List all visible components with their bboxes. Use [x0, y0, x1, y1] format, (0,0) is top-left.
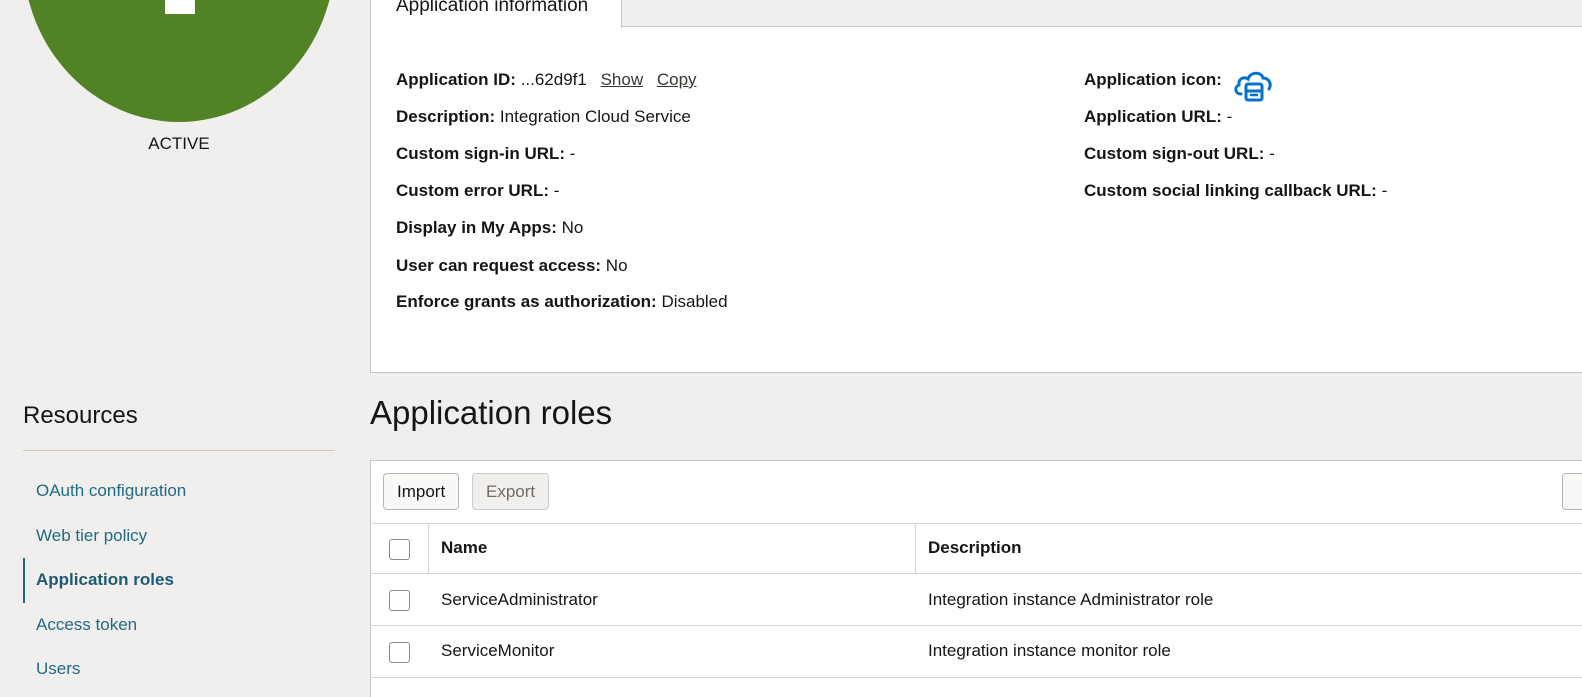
resources-nav: OAuth configuration Web tier policy Appl…	[23, 469, 335, 692]
resources-item-users[interactable]: Users	[23, 647, 335, 692]
import-button[interactable]: Import	[383, 473, 460, 510]
row-checkbox[interactable]	[389, 590, 410, 611]
field-value: -	[553, 181, 560, 200]
resources-divider	[23, 450, 335, 451]
field-label: Application icon:	[1084, 70, 1222, 89]
field-value: No	[561, 218, 584, 237]
status-glyph-icon	[165, 0, 195, 14]
role-name[interactable]: ServiceAdministrator	[441, 590, 598, 610]
field-custom-sign-in-url: Custom sign-in URL: -	[396, 144, 575, 164]
copy-id-link[interactable]: Copy	[657, 70, 697, 89]
field-label: Description:	[396, 107, 496, 126]
field-custom-social-linking-callback-url: Custom social linking callback URL: -	[1084, 181, 1387, 201]
field-label: Application ID:	[396, 70, 516, 89]
column-header-name[interactable]: Name	[441, 538, 487, 558]
table-row-divider	[370, 625, 1582, 626]
table-header-top-border	[370, 523, 1582, 524]
field-application-url: Application URL: -	[1084, 107, 1232, 127]
export-button[interactable]: Export	[472, 473, 550, 510]
status-indicator	[23, 0, 335, 122]
field-label: Custom sign-out URL:	[1084, 144, 1265, 163]
resources-item-application-roles[interactable]: Application roles	[23, 558, 335, 603]
show-id-link[interactable]: Show	[601, 70, 644, 89]
resources-title: Resources	[23, 402, 138, 429]
field-label: Enforce grants as authorization:	[396, 292, 657, 311]
field-enforce-grants: Enforce grants as authorization: Disable…	[396, 292, 728, 312]
resources-item-access-token[interactable]: Access token	[23, 603, 335, 648]
field-label: User can request access:	[396, 256, 602, 275]
field-value: -	[1381, 181, 1388, 200]
resources-item-web-tier-policy[interactable]: Web tier policy	[23, 514, 335, 559]
status-text: ACTIVE	[148, 134, 210, 153]
roles-title: Application roles	[370, 394, 613, 431]
toolbar-overflow-control[interactable]	[1562, 473, 1582, 510]
field-value: ...62d9f1	[520, 70, 587, 89]
field-label: Custom social linking callback URL:	[1084, 181, 1377, 200]
field-value: -	[1269, 144, 1275, 163]
field-label: Application URL:	[1084, 107, 1222, 126]
field-application-id: Application ID: ...62d9f1 Show Copy	[396, 70, 697, 90]
role-description: Integration instance monitor role	[928, 641, 1171, 660]
field-label: Custom error URL:	[396, 181, 550, 200]
tab-application-information[interactable]: Application information	[370, 0, 622, 28]
column-header-description[interactable]: Description	[928, 538, 1022, 558]
field-value: -	[569, 144, 576, 163]
field-value: No	[605, 256, 628, 275]
field-custom-error-url: Custom error URL: -	[396, 181, 559, 201]
column-divider	[428, 523, 429, 573]
row-checkbox[interactable]	[389, 642, 410, 663]
field-application-icon: Application icon:	[1084, 70, 1222, 90]
field-label: Custom sign-in URL:	[396, 144, 566, 163]
cloud-app-icon	[1234, 71, 1272, 102]
select-all-checkbox[interactable]	[389, 539, 410, 560]
column-divider	[915, 523, 916, 573]
resources-item-oauth-configuration[interactable]: OAuth configuration	[23, 469, 335, 514]
field-custom-sign-out-url: Custom sign-out URL: -	[1084, 144, 1275, 164]
field-label: Display in My Apps:	[396, 218, 557, 237]
role-name[interactable]: ServiceMonitor	[441, 641, 554, 661]
field-user-can-request-access: User can request access: No	[396, 256, 628, 276]
table-header-bottom-border	[370, 573, 1582, 574]
role-description: Integration instance Administrator role	[928, 590, 1214, 609]
roles-panel	[370, 460, 1582, 697]
field-value: Integration Cloud Service	[499, 107, 691, 126]
field-value: -	[1226, 107, 1233, 126]
field-display-in-my-apps: Display in My Apps: No	[396, 218, 583, 238]
field-description: Description: Integration Cloud Service	[396, 107, 691, 127]
tab-label: Application information	[396, 0, 589, 16]
table-row-divider	[370, 677, 1582, 678]
field-value: Disabled	[661, 292, 728, 311]
